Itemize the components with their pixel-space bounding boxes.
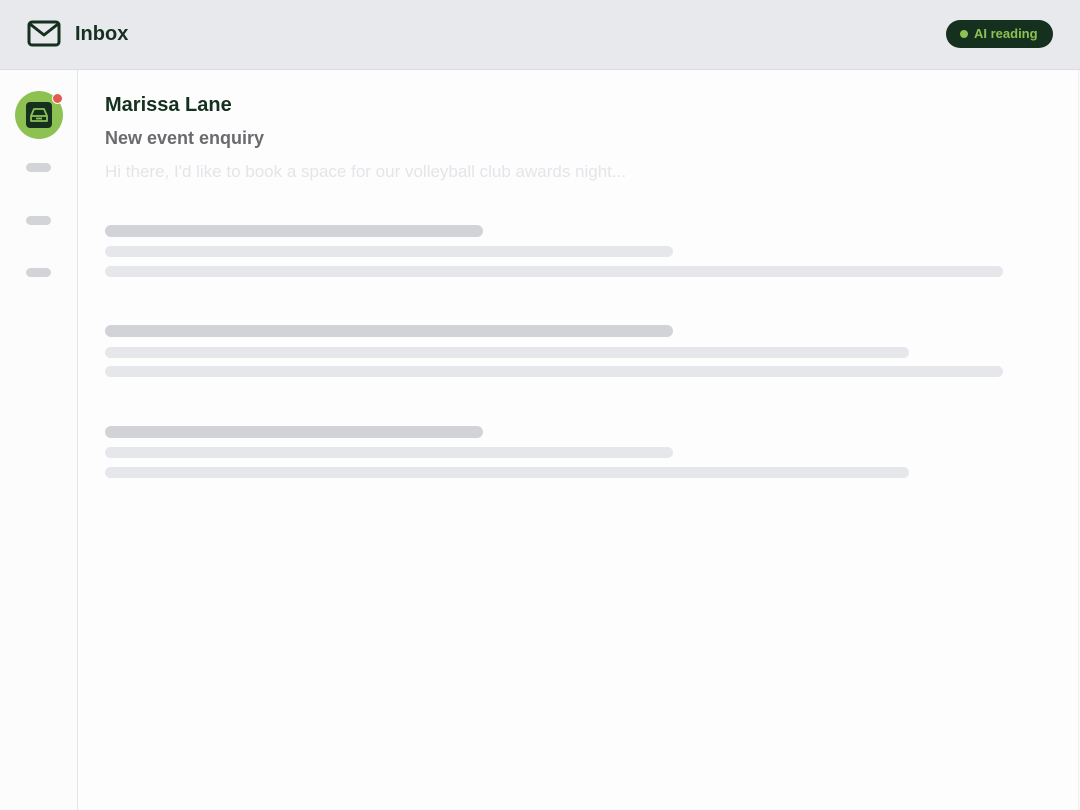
- page-title: Inbox: [75, 23, 129, 45]
- mail-icon: [27, 20, 61, 48]
- skeleton-line: [105, 266, 1003, 277]
- sidebar-item-placeholder[interactable]: [26, 163, 51, 172]
- top-bar: Inbox AI reading: [0, 0, 1080, 70]
- ai-status-label: AI reading: [974, 26, 1038, 41]
- skeleton-line: [105, 366, 1003, 377]
- notification-dot: [52, 93, 63, 104]
- ai-status-badge: AI reading: [946, 20, 1053, 48]
- sidebar-item-placeholder[interactable]: [26, 268, 51, 277]
- skeleton-line: [105, 426, 483, 438]
- inbox-app: Inbox AI reading Marissa Lane New event …: [0, 0, 1080, 810]
- skeleton-line: [105, 447, 673, 458]
- skeleton-line: [105, 246, 673, 257]
- skeleton-line: [105, 467, 909, 478]
- message-preview: Hi there, I'd like to book a space for o…: [105, 162, 627, 181]
- skeleton-line: [105, 347, 909, 358]
- skeleton-line: [105, 325, 673, 337]
- sidebar-item-placeholder[interactable]: [26, 216, 51, 225]
- sidebar: [0, 70, 78, 810]
- message-subject: New event enquiry: [105, 128, 265, 148]
- status-dot-icon: [960, 30, 968, 38]
- message-sender: Marissa Lane: [105, 94, 232, 116]
- message-pane: Marissa Lane New event enquiry Hi there,…: [78, 70, 1079, 810]
- inbox-tray-icon: [26, 102, 52, 128]
- skeleton-line: [105, 225, 483, 237]
